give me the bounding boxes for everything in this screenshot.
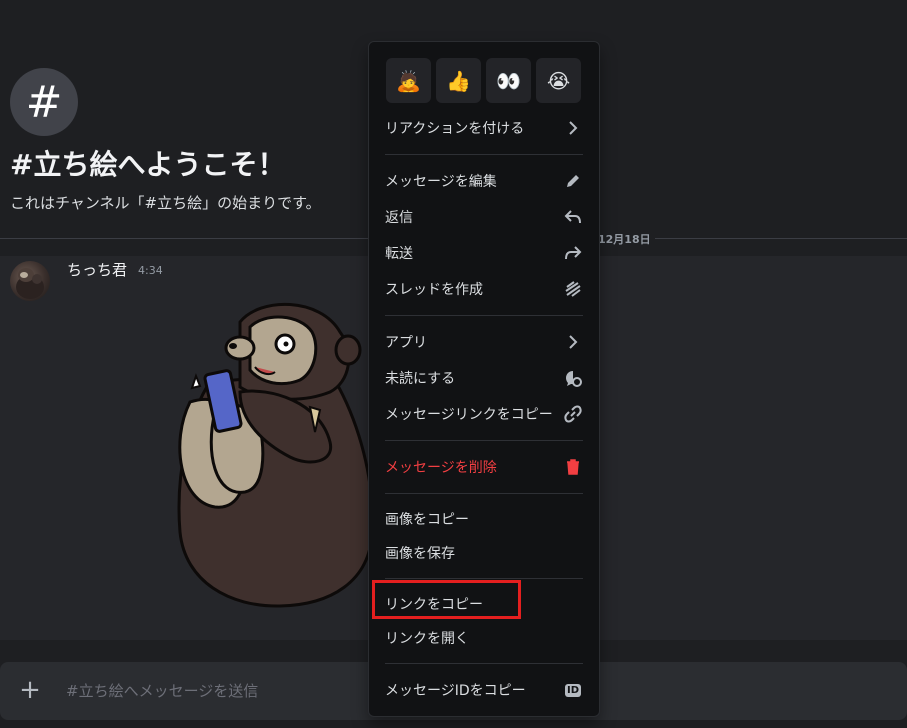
menu-item-label: メッセージリンクをコピー: [385, 407, 553, 423]
reaction-thumbsup-button[interactable]: 👍: [436, 58, 481, 103]
menu-separator: [385, 493, 583, 494]
menu-item-label: 画像を保存: [385, 546, 455, 562]
menu-item-label: リンクを開く: [385, 631, 469, 647]
menu-item-label: アプリ: [385, 335, 427, 351]
menu-item-label: メッセージIDをコピー: [385, 683, 526, 699]
menu-item-label: 返信: [385, 210, 413, 226]
menu-separator: [385, 578, 583, 579]
channel-hash-icon: #: [10, 68, 78, 136]
menu-forward[interactable]: 転送: [377, 237, 591, 269]
trash-icon: [563, 457, 583, 477]
message-timestamp[interactable]: 4:34: [138, 264, 163, 277]
menu-apps[interactable]: アプリ: [377, 326, 591, 358]
menu-item-label: スレッドを作成: [385, 282, 483, 298]
reaction-bow-button[interactable]: 🙇: [386, 58, 431, 103]
reply-icon: [563, 207, 583, 227]
menu-separator: [385, 663, 583, 664]
link-icon: [563, 404, 583, 424]
menu-add-reaction[interactable]: リアクションを付ける: [377, 112, 591, 144]
menu-delete-message[interactable]: メッセージを削除: [377, 451, 591, 483]
hash-symbol: #: [25, 76, 63, 128]
menu-create-thread[interactable]: スレッドを作成: [377, 273, 591, 305]
id-badge-text: ID: [564, 683, 582, 697]
menu-copy-message-id[interactable]: メッセージIDをコピー ID: [377, 674, 591, 706]
menu-item-label: 画像をコピー: [385, 512, 469, 528]
message-author[interactable]: ちっち君: [67, 259, 127, 280]
bear-illustration: [177, 302, 374, 608]
menu-mark-unread[interactable]: 未読にする: [377, 362, 591, 394]
avatar[interactable]: [10, 261, 50, 301]
menu-edit-message[interactable]: メッセージを編集: [377, 165, 591, 197]
chevron-right-icon: [563, 118, 583, 138]
menu-item-label: 未読にする: [385, 371, 456, 387]
menu-separator: [385, 154, 583, 155]
highlight-box: [372, 580, 521, 619]
date-divider-label: 12月18日: [594, 231, 655, 247]
thread-icon: [563, 279, 583, 299]
message-input[interactable]: #立ち絵へメッセージを送信: [66, 680, 258, 701]
menu-reply[interactable]: 返信: [377, 201, 591, 233]
pencil-icon: [563, 171, 583, 191]
menu-item-label: メッセージを編集: [385, 174, 497, 190]
menu-item-label: メッセージを削除: [385, 460, 497, 476]
attach-plus-icon[interactable]: +: [17, 677, 43, 703]
menu-separator: [385, 315, 583, 316]
chevron-right-icon: [563, 332, 583, 352]
id-badge-icon: ID: [563, 680, 583, 700]
avatar-image: [16, 268, 44, 299]
channel-welcome-subtitle: これはチャンネル「#立ち絵」の始まりです。: [10, 194, 321, 212]
channel-welcome-title: #立ち絵へようこそ！: [10, 148, 286, 181]
bear-sticker-image[interactable]: [170, 292, 380, 610]
menu-save-image[interactable]: 画像を保存: [377, 537, 591, 569]
discord-app: # #立ち絵へようこそ！ これはチャンネル「#立ち絵」の始まりです。 12月18…: [0, 0, 907, 728]
menu-separator: [385, 440, 583, 441]
quick-reactions: 🙇 👍 👀 😭: [386, 58, 581, 103]
menu-copy-message-link[interactable]: メッセージリンクをコピー: [377, 398, 591, 430]
menu-open-link[interactable]: リンクを開く: [377, 622, 591, 654]
reaction-sob-button[interactable]: 😭: [536, 58, 581, 103]
forward-icon: [563, 243, 583, 263]
menu-item-label: 転送: [385, 246, 413, 262]
reaction-eyes-button[interactable]: 👀: [486, 58, 531, 103]
unread-icon: [563, 368, 583, 388]
menu-item-label: リアクションを付ける: [385, 121, 525, 137]
menu-copy-image[interactable]: 画像をコピー: [377, 503, 591, 535]
